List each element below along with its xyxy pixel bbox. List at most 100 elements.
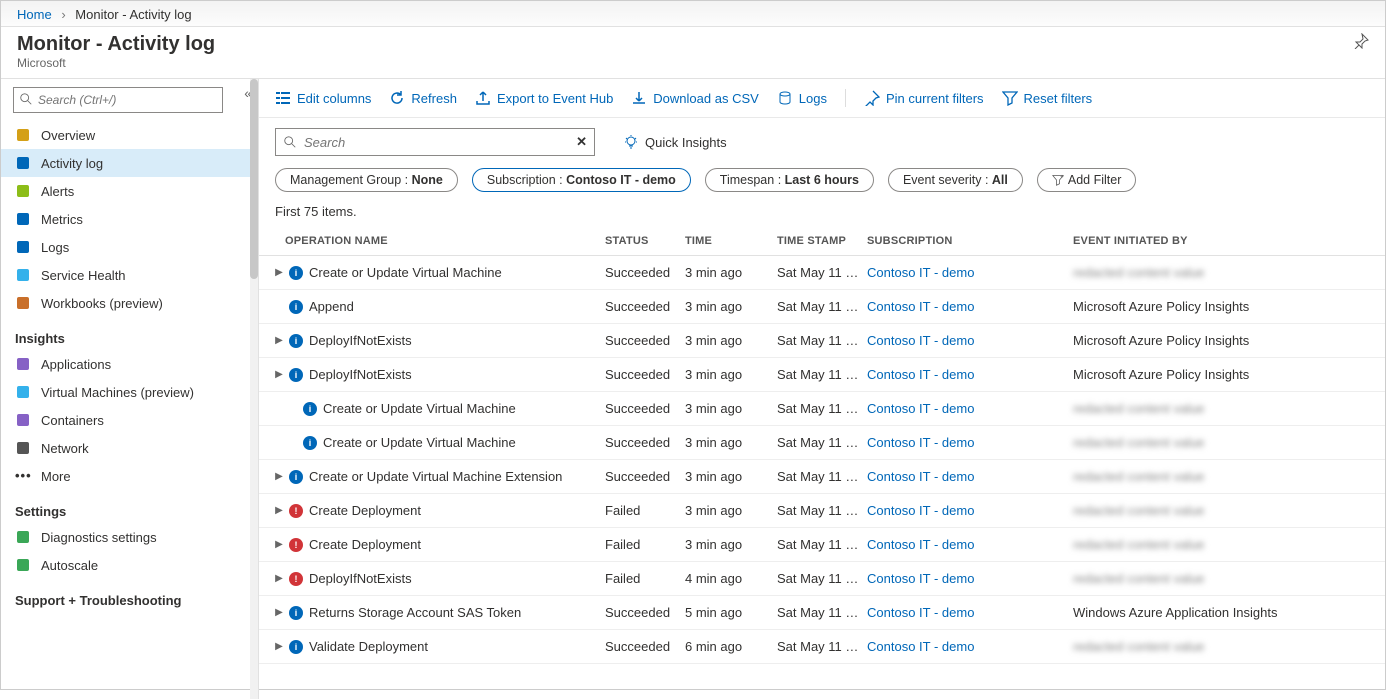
export-button[interactable]: Export to Event Hub [475, 90, 613, 106]
container-icon [15, 412, 31, 428]
subscription-link[interactable]: Contoso IT - demo [867, 367, 974, 382]
subscription-link[interactable]: Contoso IT - demo [867, 265, 974, 280]
subscription-link[interactable]: Contoso IT - demo [867, 571, 974, 586]
table-row[interactable]: ▶!Create DeploymentFailed3 min agoSat Ma… [259, 494, 1385, 528]
subscription-link[interactable]: Contoso IT - demo [867, 605, 974, 620]
diag-icon [15, 529, 31, 545]
logs-button[interactable]: Logs [777, 90, 827, 106]
add-filter-button[interactable]: +Add Filter [1037, 168, 1137, 192]
reset-filters-button[interactable]: Reset filters [1002, 90, 1093, 106]
expand-caret-icon[interactable]: ▶ [275, 573, 283, 584]
subscription-link[interactable]: Contoso IT - demo [867, 401, 974, 416]
sidebar-item-applications[interactable]: Applications [1, 350, 258, 378]
clear-search-icon[interactable]: ✕ [576, 134, 587, 150]
main-content: Edit columns Refresh Export to Event Hub… [259, 79, 1385, 699]
metrics-icon [15, 211, 31, 227]
globe-icon [15, 127, 31, 143]
subscription-link[interactable]: Contoso IT - demo [867, 537, 974, 552]
table-row[interactable]: ▶iValidate DeploymentSucceeded6 min agoS… [259, 630, 1385, 664]
expand-caret-icon[interactable]: ▶ [275, 335, 283, 346]
logs-icon [15, 239, 31, 255]
cell-status: Succeeded [605, 333, 685, 348]
more-icon: ••• [15, 468, 31, 484]
sidebar-item-label: Workbooks (preview) [41, 296, 163, 311]
sidebar-item-containers[interactable]: Containers [1, 406, 258, 434]
col-operation[interactable]: OPERATION NAME [275, 235, 605, 247]
table-row[interactable]: ▶iCreate or Update Virtual MachineSuccee… [259, 256, 1385, 290]
table-row[interactable]: ▶iReturns Storage Account SAS TokenSucce… [259, 596, 1385, 630]
sidebar-item-virtual-machines-preview-[interactable]: Virtual Machines (preview) [1, 378, 258, 406]
sidebar-item-workbooks-preview-[interactable]: Workbooks (preview) [1, 289, 258, 317]
expand-caret-icon[interactable]: ▶ [275, 641, 283, 652]
activity-search-input[interactable] [275, 128, 595, 156]
table-row[interactable]: ▶iDeployIfNotExistsSucceeded3 min agoSat… [259, 324, 1385, 358]
col-status[interactable]: STATUS [605, 235, 685, 247]
expand-caret-icon[interactable]: ▶ [275, 369, 283, 380]
operation-name: Create or Update Virtual Machine [323, 435, 516, 450]
expand-caret-icon[interactable]: ▶ [275, 539, 283, 550]
subscription-link[interactable]: Contoso IT - demo [867, 435, 974, 450]
sidebar-item-label: Autoscale [41, 558, 98, 573]
table-row[interactable]: iCreate or Update Virtual MachineSucceed… [259, 426, 1385, 460]
pin-icon [864, 90, 880, 106]
pin-icon[interactable] [1353, 33, 1369, 49]
expand-caret-icon[interactable]: ▶ [275, 471, 283, 482]
cell-status: Succeeded [605, 299, 685, 314]
sidebar-item-more[interactable]: •••More [1, 462, 258, 490]
cell-timestamp: Sat May 11 … [777, 537, 867, 552]
subscription-link[interactable]: Contoso IT - demo [867, 299, 974, 314]
sidebar-section-header: Support + Troubleshooting [1, 579, 258, 612]
sidebar-item-logs[interactable]: Logs [1, 233, 258, 261]
filter-pill[interactable]: Subscription : Contoso IT - demo [472, 168, 691, 192]
table-row[interactable]: ▶!Create DeploymentFailed3 min agoSat Ma… [259, 528, 1385, 562]
sidebar-item-activity-log[interactable]: Activity log [1, 149, 258, 177]
sidebar-search-input[interactable] [13, 87, 223, 113]
col-initiated-by[interactable]: EVENT INITIATED BY [1073, 235, 1369, 247]
sidebar-item-service-health[interactable]: Service Health [1, 261, 258, 289]
expand-caret-icon[interactable]: ▶ [275, 267, 283, 278]
cell-timestamp: Sat May 11 … [777, 605, 867, 620]
table-row[interactable]: iAppendSucceeded3 min agoSat May 11 …Con… [259, 290, 1385, 324]
expand-caret-icon[interactable]: ▶ [275, 505, 283, 516]
status-icon: i [289, 470, 303, 484]
table-row[interactable]: ▶iCreate or Update Virtual Machine Exten… [259, 460, 1385, 494]
subscription-link[interactable]: Contoso IT - demo [867, 639, 974, 654]
col-time[interactable]: TIME [685, 235, 777, 247]
scrollbar-thumb[interactable] [250, 79, 258, 279]
cell-time: 3 min ago [685, 435, 777, 450]
expand-caret-icon[interactable]: ▶ [275, 607, 283, 618]
filter-pill[interactable]: Timespan : Last 6 hours [705, 168, 874, 192]
table-row[interactable]: iCreate or Update Virtual MachineSucceed… [259, 392, 1385, 426]
breadcrumb-home[interactable]: Home [17, 7, 52, 22]
sidebar-item-overview[interactable]: Overview [1, 121, 258, 149]
table-row[interactable]: ▶iDeployIfNotExistsSucceeded3 min agoSat… [259, 358, 1385, 392]
table-row[interactable]: ▶!DeployIfNotExistsFailed4 min agoSat Ma… [259, 562, 1385, 596]
sidebar-item-diagnostics-settings[interactable]: Diagnostics settings [1, 523, 258, 551]
filter-pill[interactable]: Event severity : All [888, 168, 1023, 192]
subscription-link[interactable]: Contoso IT - demo [867, 469, 974, 484]
search-icon [19, 92, 33, 106]
subscription-link[interactable]: Contoso IT - demo [867, 503, 974, 518]
chevron-right-icon: › [55, 7, 71, 22]
sidebar-item-network[interactable]: Network [1, 434, 258, 462]
col-timestamp[interactable]: TIME STAMP [777, 235, 867, 247]
breadcrumb-current: Monitor - Activity log [75, 7, 191, 22]
edit-columns-button[interactable]: Edit columns [275, 90, 371, 106]
operation-name: DeployIfNotExists [309, 571, 412, 586]
quick-insights-button[interactable]: Quick Insights [623, 134, 727, 150]
refresh-button[interactable]: Refresh [389, 90, 457, 106]
sidebar-item-label: Activity log [41, 156, 103, 171]
pin-filters-button[interactable]: Pin current filters [864, 90, 984, 106]
subscription-link[interactable]: Contoso IT - demo [867, 333, 974, 348]
status-icon: ! [289, 504, 303, 518]
cell-status: Succeeded [605, 401, 685, 416]
operation-name: DeployIfNotExists [309, 333, 412, 348]
search-icon [283, 135, 297, 149]
sidebar-item-autoscale[interactable]: Autoscale [1, 551, 258, 579]
filter-pill[interactable]: Management Group : None [275, 168, 458, 192]
download-csv-button[interactable]: Download as CSV [631, 90, 759, 106]
sidebar-item-metrics[interactable]: Metrics [1, 205, 258, 233]
col-subscription[interactable]: SUBSCRIPTION [867, 235, 1073, 247]
sidebar-item-alerts[interactable]: Alerts [1, 177, 258, 205]
cell-initiated-by: Microsoft Azure Policy Insights [1073, 333, 1369, 348]
